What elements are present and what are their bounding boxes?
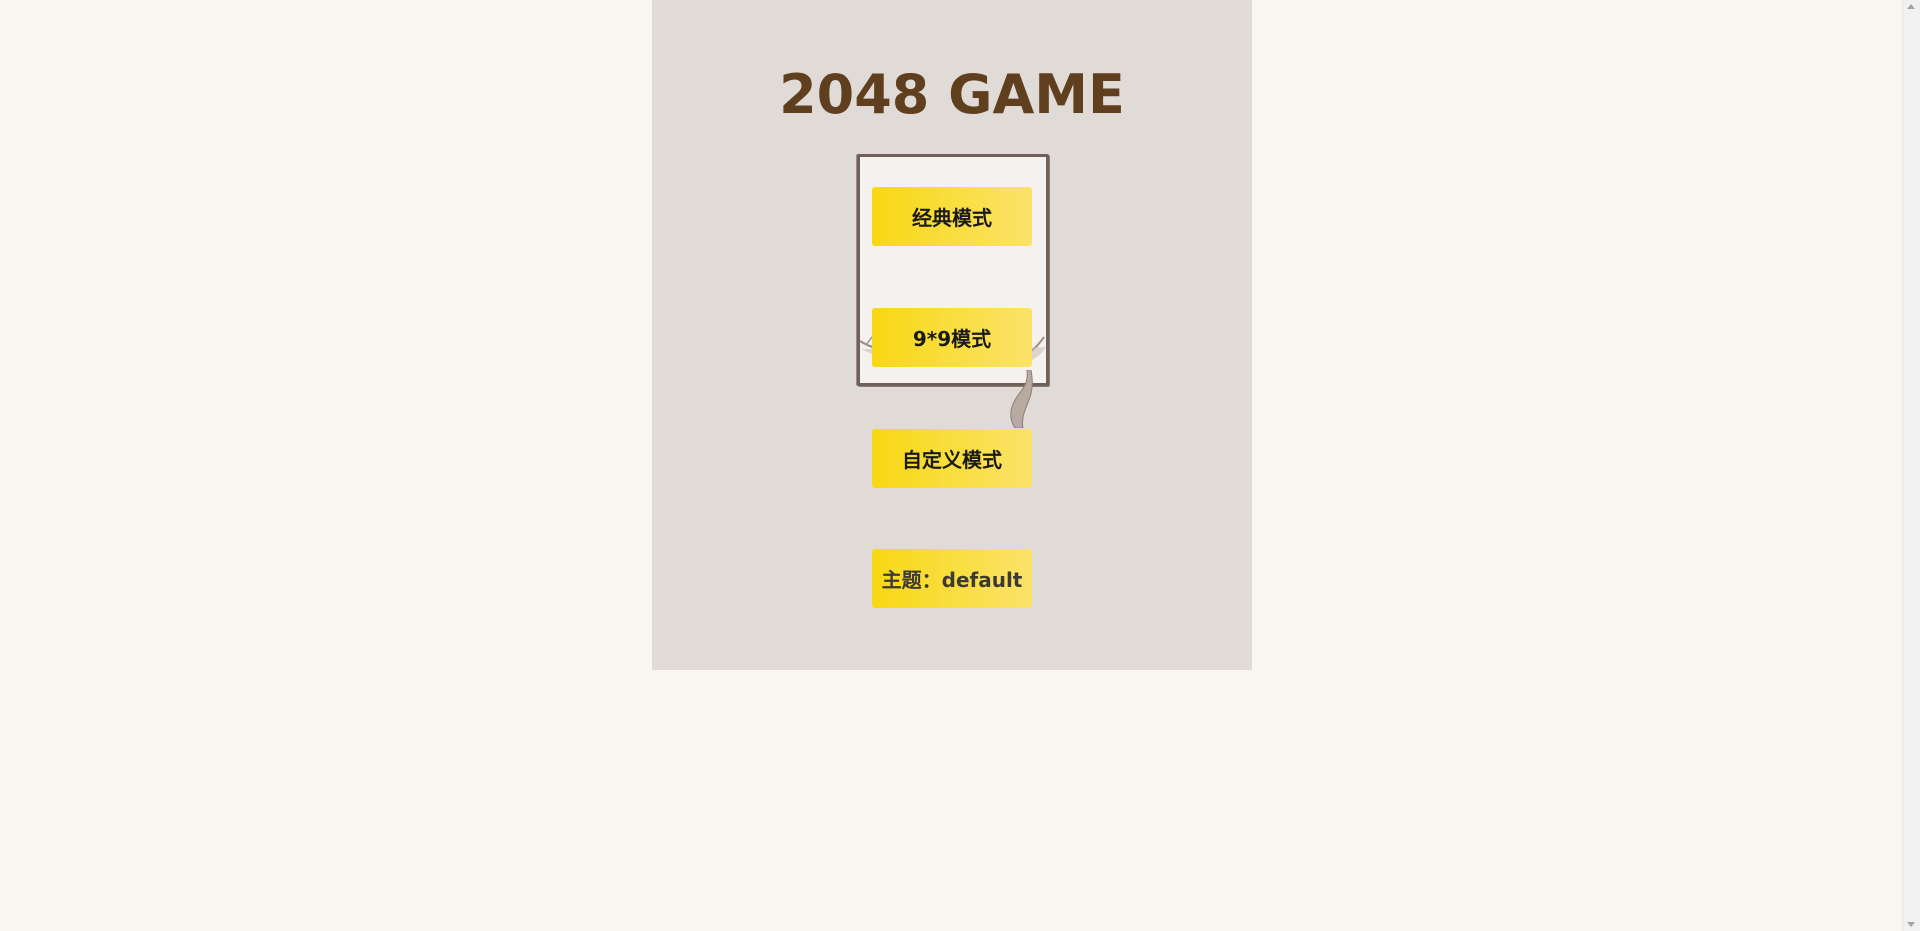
custom-mode-button[interactable]: 自定义模式 bbox=[872, 429, 1032, 488]
classic-mode-button[interactable]: 经典模式 bbox=[872, 187, 1032, 246]
game-menu-panel: 2048 GAME 经典模式 9*9模式 自定义模式 主题：default bbox=[652, 0, 1252, 670]
theme-button[interactable]: 主题：default bbox=[872, 549, 1032, 608]
vertical-scrollbar[interactable] bbox=[1902, 0, 1920, 931]
cat-tail-icon bbox=[1010, 370, 1033, 428]
page: 2048 GAME 经典模式 9*9模式 自定义模式 主题：default bbox=[0, 0, 1920, 931]
nine-by-nine-mode-button[interactable]: 9*9模式 bbox=[872, 308, 1032, 367]
scroll-down-arrow-icon[interactable] bbox=[1907, 922, 1915, 927]
game-title: 2048 GAME bbox=[779, 63, 1125, 126]
scroll-up-arrow-icon[interactable] bbox=[1907, 4, 1915, 9]
